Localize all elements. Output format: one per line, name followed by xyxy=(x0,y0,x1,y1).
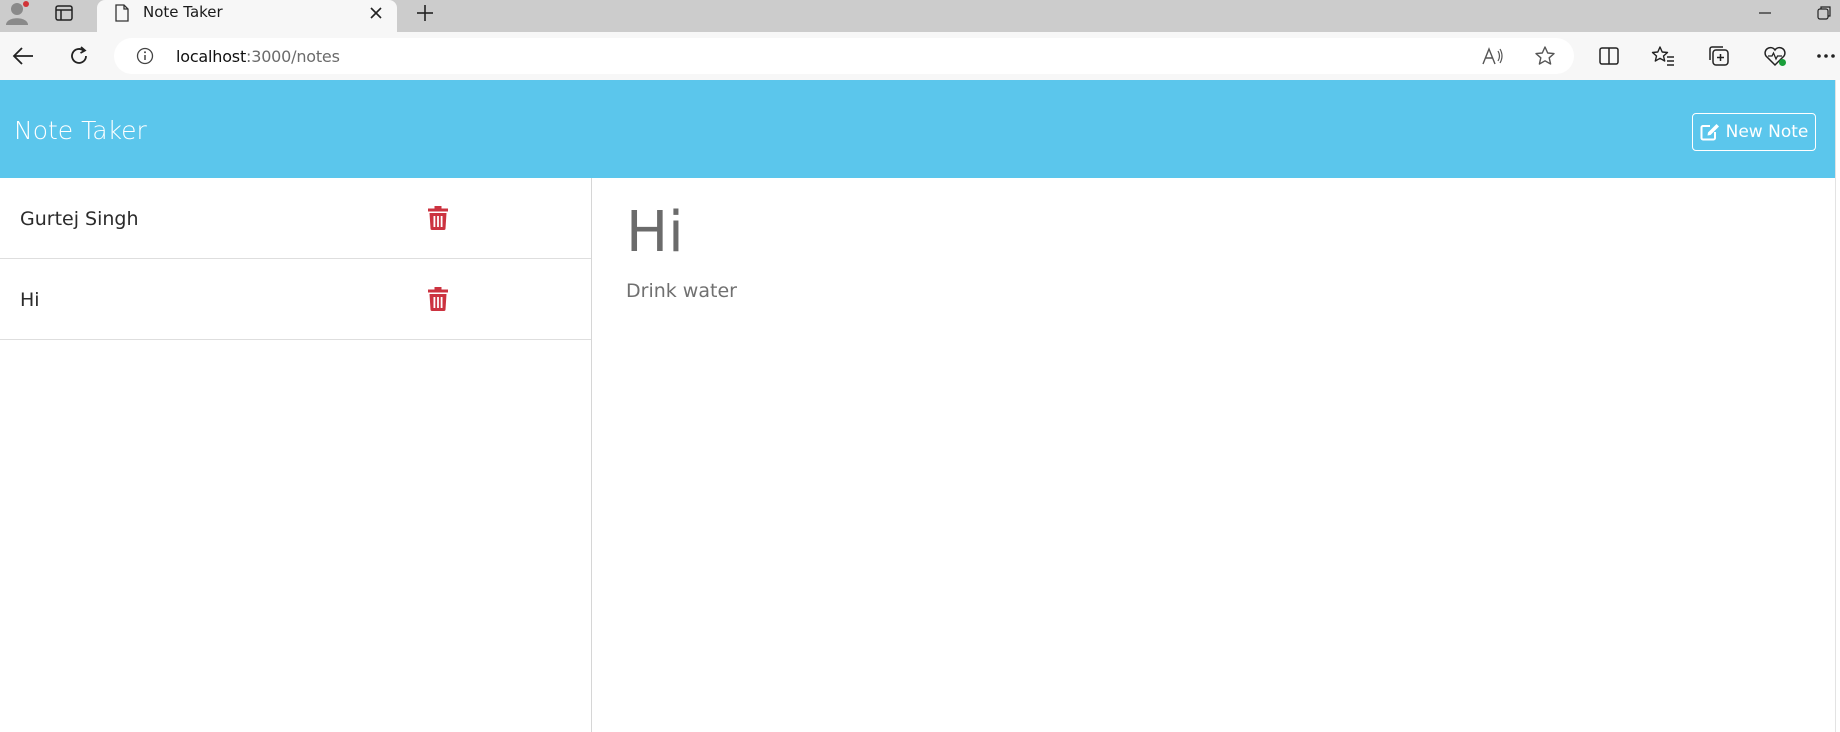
profile-icon[interactable] xyxy=(2,0,32,26)
refresh-icon[interactable] xyxy=(66,44,92,68)
note-title[interactable]: Hi xyxy=(626,200,737,266)
favorites-icon[interactable] xyxy=(1651,44,1675,68)
favorite-star-icon[interactable] xyxy=(1534,45,1556,67)
delete-note-icon[interactable] xyxy=(428,206,448,230)
url-path: :3000/notes xyxy=(246,47,340,66)
note-list-title[interactable]: Hi xyxy=(20,289,40,311)
split-screen-icon[interactable] xyxy=(1597,45,1621,67)
read-aloud-icon[interactable] xyxy=(1482,46,1504,66)
note-taker-app: Note Taker New Note Gurtej Singh Hi Hi D… xyxy=(0,80,1835,732)
scrollbar[interactable] xyxy=(1835,80,1840,732)
edit-icon xyxy=(1700,123,1720,141)
note-detail: Hi Drink water xyxy=(626,200,737,302)
more-options-icon[interactable] xyxy=(1815,46,1837,66)
new-note-label: New Note xyxy=(1725,122,1809,142)
app-navbar: Note Taker New Note xyxy=(0,80,1835,178)
notes-list: Gurtej Singh Hi xyxy=(0,178,592,732)
address-bar[interactable]: localhost:3000/notes xyxy=(114,38,1574,74)
new-note-button[interactable]: New Note xyxy=(1692,113,1816,151)
url-host: localhost xyxy=(176,47,247,66)
tab-actions-icon[interactable] xyxy=(50,0,78,26)
back-icon[interactable] xyxy=(10,44,36,68)
browser-toolbar: localhost:3000/notes xyxy=(0,32,1840,80)
page-icon xyxy=(114,3,130,23)
new-tab-icon[interactable] xyxy=(412,0,438,26)
delete-note-icon[interactable] xyxy=(428,287,448,311)
active-tab[interactable]: Note Taker xyxy=(97,0,397,32)
app-brand[interactable]: Note Taker xyxy=(14,116,147,145)
browser-tab-strip: Note Taker xyxy=(0,0,1840,32)
tab-title: Note Taker xyxy=(143,3,223,21)
browser-essentials-icon[interactable] xyxy=(1762,44,1788,68)
collections-icon[interactable] xyxy=(1707,44,1731,68)
note-text[interactable]: Drink water xyxy=(626,280,737,302)
list-item[interactable]: Gurtej Singh xyxy=(0,178,591,259)
restore-icon[interactable] xyxy=(1812,0,1836,26)
site-info-icon[interactable] xyxy=(136,47,154,65)
note-list-title[interactable]: Gurtej Singh xyxy=(20,208,139,230)
list-item[interactable]: Hi xyxy=(0,259,591,340)
close-tab-icon[interactable] xyxy=(367,4,385,22)
minimize-icon[interactable] xyxy=(1753,0,1777,26)
url-text[interactable]: localhost:3000/notes xyxy=(176,47,340,66)
